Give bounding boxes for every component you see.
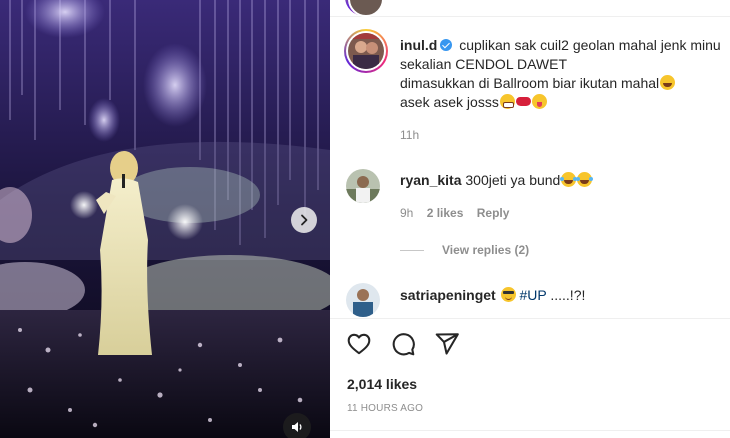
post-details-panel: inul.d cuplikan sak cuil2 geolan mahal j… — [330, 0, 730, 438]
commenter-photo — [346, 283, 380, 317]
author-username[interactable]: inul.d — [400, 37, 437, 53]
reply-button[interactable]: Reply — [477, 206, 510, 220]
tongue-emoji-icon — [531, 94, 547, 109]
joy-emoji-icon — [576, 172, 593, 187]
header-avatar[interactable] — [345, 0, 384, 17]
comment-username[interactable]: ryan_kita — [400, 172, 461, 188]
likes-count[interactable]: 2,014 likes — [347, 376, 417, 392]
comment-text: 300jeti ya bund — [465, 172, 561, 188]
comment-text: .....!?! — [546, 287, 586, 303]
joy-emoji-icon — [560, 172, 577, 187]
comment-username[interactable]: satriapeninget — [400, 287, 496, 303]
post-header — [330, 0, 730, 17]
hashtag-link[interactable]: #UP — [519, 287, 546, 303]
comment-icon[interactable] — [390, 331, 416, 357]
heart-icon[interactable] — [346, 331, 372, 357]
caption-line-4: asek asek josss — [400, 94, 499, 110]
rofl-emoji-icon — [660, 75, 676, 90]
comment-meta: 9h 2 likes Reply — [400, 206, 509, 220]
comment-likes[interactable]: 2 likes — [427, 206, 464, 220]
share-icon[interactable] — [434, 331, 460, 357]
comment: ryan_kita 300jeti ya bund — [400, 172, 593, 188]
post-media[interactable] — [0, 0, 330, 438]
caption-line-3: dimasukkan di Ballroom biar ikutan mahal — [400, 75, 660, 91]
video-frame — [0, 0, 330, 438]
speaker-icon — [292, 422, 302, 432]
author-photo — [348, 33, 384, 69]
action-bar — [346, 331, 460, 357]
sound-toggle-button[interactable] — [283, 413, 311, 438]
actions-divider — [330, 318, 730, 319]
commenter-avatar[interactable] — [346, 283, 380, 317]
caption-line-1: cuplikan sak cuil2 geolan mahal jenk min… — [459, 37, 721, 53]
view-replies-dash — [400, 250, 424, 252]
view-replies-label: View replies (2) — [442, 243, 530, 257]
lips-emoji-icon — [515, 94, 531, 109]
caption-time[interactable]: 11h — [400, 128, 419, 142]
view-replies-button[interactable]: View replies (2) — [400, 243, 529, 257]
author-avatar[interactable] — [344, 29, 388, 73]
verified-badge-icon — [440, 39, 453, 51]
posted-time[interactable]: 11 HOURS AGO — [347, 403, 423, 414]
next-media-button[interactable] — [291, 207, 317, 233]
commenter-photo — [346, 169, 380, 203]
chevron-right-icon — [301, 214, 308, 226]
post-caption: inul.d cuplikan sak cuil2 geolan mahal j… — [400, 36, 730, 112]
sunglasses-emoji-icon — [500, 287, 516, 302]
commenter-avatar[interactable] — [346, 169, 380, 203]
comment: satriapeninget #UP .....!?! — [400, 287, 585, 303]
grimace-emoji-icon — [499, 94, 515, 109]
bottom-divider — [330, 430, 730, 431]
caption-line-2: sekalian CENDOL DAWET — [400, 56, 568, 72]
comment-time[interactable]: 9h — [400, 206, 413, 220]
